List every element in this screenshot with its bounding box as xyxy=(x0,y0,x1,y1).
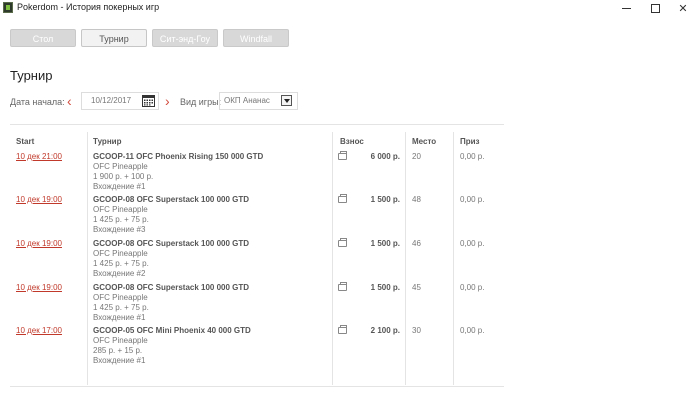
maximize-icon xyxy=(650,3,660,13)
wallet-icon xyxy=(338,151,347,160)
fee-breakdown: 1 425 р. + 75 р. xyxy=(93,259,149,268)
wallet-icon xyxy=(338,194,347,203)
table-row: 10 дек 17:00 GCOOP-05 OFC Mini Phoenix 4… xyxy=(0,325,520,369)
calendar-icon[interactable] xyxy=(142,94,155,107)
place-value: 20 xyxy=(412,152,421,161)
buyin-amount: 2 100 р. xyxy=(370,326,400,335)
game-variant: OFC Pineapple xyxy=(93,293,148,302)
fee-breakdown: 285 р. + 15 р. xyxy=(93,346,143,355)
buyin-amount: 1 500 р. xyxy=(370,195,400,204)
game-variant: OFC Pineapple xyxy=(93,205,148,214)
tab-tournament[interactable]: Турнир xyxy=(81,29,147,47)
prize-value: 0,00 р. xyxy=(460,326,485,335)
wallet-icon xyxy=(338,325,347,334)
table-row: 10 дек 19:00 GCOOP-08 OFC Superstack 100… xyxy=(0,194,520,238)
place-value: 45 xyxy=(412,283,421,292)
fee-breakdown: 1 425 р. + 75 р. xyxy=(93,303,149,312)
chevron-left-icon[interactable]: ‹ xyxy=(67,94,72,108)
wallet-icon xyxy=(338,238,347,247)
table-row: 10 дек 21:00 GCOOP-11 OFC Phoenix Rising… xyxy=(0,151,520,195)
place-value: 30 xyxy=(412,326,421,335)
tab-table[interactable]: Стол xyxy=(10,29,76,47)
table-bottom-divider xyxy=(10,386,504,387)
prize-value: 0,00 р. xyxy=(460,239,485,248)
tournament-name: GCOOP-11 OFC Phoenix Rising 150 000 GTD xyxy=(93,152,264,161)
close-icon: ✕ xyxy=(678,2,688,15)
window-title: Pokerdom - История покерных игр xyxy=(17,2,160,12)
start-time-link[interactable]: 10 дек 19:00 xyxy=(16,239,62,248)
fee-breakdown: 1 900 р. + 100 р. xyxy=(93,172,154,181)
date-label: Дата начала: xyxy=(10,97,65,107)
game-variant: OFC Pineapple xyxy=(93,162,148,171)
tab-sit-and-go[interactable]: Сит-энд-Гоу xyxy=(152,29,218,47)
header-place[interactable]: Место xyxy=(412,137,436,146)
tab-windfall[interactable]: Windfall xyxy=(223,29,289,47)
start-time-link[interactable]: 10 дек 19:00 xyxy=(16,195,62,204)
entry-number: Вхождение #1 xyxy=(93,356,146,365)
page-title: Турнир xyxy=(10,68,53,83)
tournament-name: GCOOP-08 OFC Superstack 100 000 GTD xyxy=(93,195,250,204)
minimize-icon xyxy=(621,7,631,9)
start-time-link[interactable]: 10 дек 21:00 xyxy=(16,152,62,161)
table-row: 10 дек 19:00 GCOOP-08 OFC Superstack 100… xyxy=(0,282,520,326)
tournament-name: GCOOP-08 OFC Superstack 100 000 GTD xyxy=(93,283,250,292)
prize-value: 0,00 р. xyxy=(460,152,485,161)
table-top-divider xyxy=(10,124,504,125)
start-time-link[interactable]: 10 дек 17:00 xyxy=(16,326,62,335)
game-variant: OFC Pineapple xyxy=(93,336,148,345)
header-prize[interactable]: Приз xyxy=(460,137,480,146)
pokerdom-app-icon xyxy=(3,2,13,13)
table-row: 10 дек 19:00 GCOOP-08 OFC Superstack 100… xyxy=(0,238,520,282)
header-start[interactable]: Start xyxy=(16,137,34,146)
wallet-icon xyxy=(338,282,347,291)
tournament-name: GCOOP-08 OFC Superstack 100 000 GTD xyxy=(93,239,250,248)
chevron-right-icon[interactable]: › xyxy=(165,94,170,108)
game-variant: OFC Pineapple xyxy=(93,249,148,258)
fee-breakdown: 1 425 р. + 75 р. xyxy=(93,215,149,224)
chevron-down-icon[interactable] xyxy=(281,95,292,106)
start-time-link[interactable]: 10 дек 19:00 xyxy=(16,283,62,292)
buyin-amount: 1 500 р. xyxy=(370,283,400,292)
entry-number: Вхождение #3 xyxy=(93,225,146,234)
tournament-name: GCOOP-05 OFC Mini Phoenix 40 000 GTD xyxy=(93,326,251,335)
buyin-amount: 1 500 р. xyxy=(370,239,400,248)
prize-value: 0,00 р. xyxy=(460,283,485,292)
prize-value: 0,00 р. xyxy=(460,195,485,204)
place-value: 46 xyxy=(412,239,421,248)
buyin-amount: 6 000 р. xyxy=(370,152,400,161)
place-value: 48 xyxy=(412,195,421,204)
entry-number: Вхождение #1 xyxy=(93,313,146,322)
game-type-label: Вид игры: xyxy=(180,97,222,107)
entry-number: Вхождение #2 xyxy=(93,269,146,278)
title-bar: Pokerdom - История покерных игр ✕ xyxy=(0,0,700,16)
minimize-button[interactable] xyxy=(611,0,641,16)
header-tournament[interactable]: Турнир xyxy=(93,137,121,146)
header-buyin[interactable]: Взнос xyxy=(340,137,364,146)
entry-number: Вхождение #1 xyxy=(93,182,146,191)
maximize-button[interactable] xyxy=(640,0,670,16)
close-button[interactable]: ✕ xyxy=(668,0,698,16)
